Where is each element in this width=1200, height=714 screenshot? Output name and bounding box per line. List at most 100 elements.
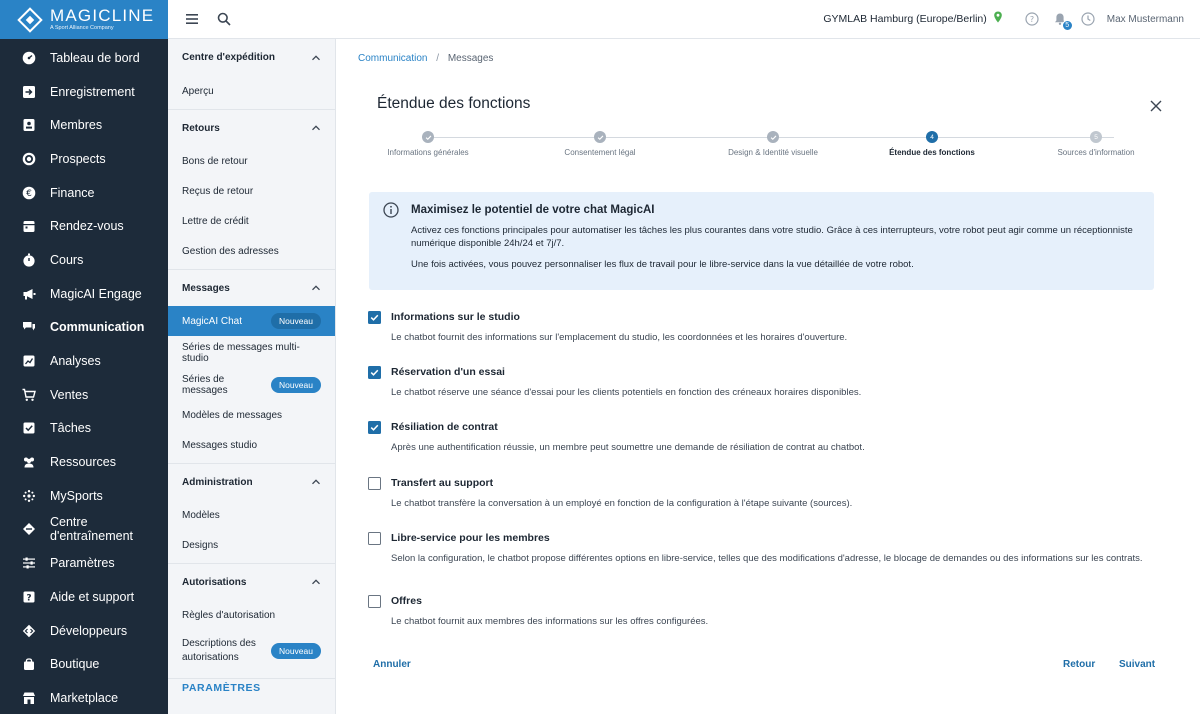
- subnav-item-modeles-de-messages[interactable]: Modèles de messages: [168, 400, 335, 430]
- sidebar-item-rendez-vous[interactable]: Rendez-vous: [0, 209, 168, 243]
- section-centre-expedition[interactable]: Centre d'expédition: [168, 39, 335, 76]
- studio-selector[interactable]: GYMLAB Hamburg (Europe/Berlin): [823, 13, 986, 25]
- sidebar-item-tableau-de-bord[interactable]: Tableau de bord: [0, 41, 168, 75]
- sidebar-item-label: Rendez-vous: [50, 219, 124, 234]
- sidebar-item-label: Analyses: [50, 354, 101, 369]
- step-label: Étendue des fonctions: [889, 148, 975, 157]
- sidebar-item-cours[interactable]: Cours: [0, 243, 168, 277]
- main-sidebar: MAGICLINE A Sport Alliance Company Table…: [0, 0, 168, 714]
- subnav-item-label: Gestion des adresses: [182, 245, 279, 257]
- sidebar-item-finance[interactable]: € Finance: [0, 176, 168, 210]
- stepper-step[interactable]: Design & Identité visuelle: [693, 131, 853, 157]
- feature-title: Transfert au support: [391, 477, 494, 489]
- sidebar-item-label: Boutique: [50, 657, 100, 672]
- notifications-bell-icon[interactable]: 5: [1053, 12, 1073, 31]
- cancel-button[interactable]: Annuler: [373, 659, 411, 670]
- help-circle-icon[interactable]: ?: [1025, 12, 1039, 26]
- euro-icon: €: [22, 186, 36, 200]
- sidebar-item-boutique[interactable]: Boutique: [0, 647, 168, 681]
- svg-text:?: ?: [1030, 15, 1034, 24]
- subnav-item-series-de-messages[interactable]: Séries de messages Nouveau: [168, 370, 335, 400]
- breadcrumb-communication[interactable]: Communication: [358, 53, 427, 64]
- stepper-step[interactable]: Informations générales: [348, 131, 508, 157]
- subnav-item-bons-de-retour[interactable]: Bons de retour: [168, 146, 335, 176]
- step-label: Sources d'information: [1057, 148, 1135, 157]
- feature-checkbox[interactable]: [368, 532, 381, 545]
- sidebar-item-centre-d-entrainement[interactable]: Centre d'entraînement: [0, 513, 168, 547]
- settings-link[interactable]: PARAMÈTRES: [182, 682, 261, 694]
- step-done-check-icon: [594, 131, 606, 143]
- feature-checkbox[interactable]: [368, 366, 381, 379]
- section-autorisations[interactable]: Autorisations: [168, 563, 335, 600]
- section-messages[interactable]: Messages: [168, 269, 335, 306]
- sidebar-item-analyses[interactable]: Analyses: [0, 344, 168, 378]
- feature-title: Résiliation de contrat: [391, 421, 498, 433]
- feature-description: Selon la configuration, le chatbot propo…: [391, 553, 1143, 564]
- feature-checkbox[interactable]: [368, 311, 381, 324]
- subnav-item-label: Messages studio: [182, 439, 258, 451]
- back-button[interactable]: Retour: [1063, 659, 1095, 670]
- sidebar-item-enregistrement[interactable]: Enregistrement: [0, 75, 168, 109]
- location-pin-icon: [993, 10, 1003, 28]
- sidebar-item-developpeurs[interactable]: Développeurs: [0, 614, 168, 648]
- sidebar-item-aide-et-support[interactable]: ? Aide et support: [0, 580, 168, 614]
- sidebar-item-prospects[interactable]: Prospects: [0, 142, 168, 176]
- history-clock-icon[interactable]: [1081, 12, 1095, 26]
- subnav-item-lettre-de-credit[interactable]: Lettre de crédit: [168, 206, 335, 236]
- subnav-item-regles-autorisation[interactable]: Règles d'autorisation: [168, 600, 335, 630]
- sidebar-item-membres[interactable]: Membres: [0, 108, 168, 142]
- chevron-up-icon: [311, 577, 321, 587]
- chart-icon: [22, 354, 36, 368]
- sidebar-item-parametres[interactable]: Paramètres: [0, 546, 168, 580]
- next-button[interactable]: Suivant: [1119, 659, 1155, 670]
- breadcrumb-separator: /: [436, 53, 440, 64]
- feature-title: Libre-service pour les membres: [391, 532, 550, 544]
- search-icon[interactable]: [216, 11, 232, 27]
- sidebar-item-communication[interactable]: Communication: [0, 311, 168, 345]
- sidebar-item-magicai-engage[interactable]: MagicAI Engage: [0, 277, 168, 311]
- subnav-item-magicai-chat[interactable]: MagicAI Chat Nouveau: [168, 306, 335, 336]
- stepper-step[interactable]: Consentement légal: [520, 131, 680, 157]
- subnav-item-descriptions-autorisations[interactable]: Descriptions des autorisations Nouveau: [168, 630, 335, 672]
- subnav-item-series-multi-studio[interactable]: Séries de messages multi-studio: [168, 336, 335, 370]
- feature-checkbox[interactable]: [368, 421, 381, 434]
- main-nav: Tableau de bord Enregistrement Membres Pros…: [0, 39, 168, 714]
- sidebar-item-label: Tableau de bord: [50, 50, 140, 65]
- subnav-item-label: Séries de messages multi-studio: [182, 342, 300, 364]
- sidebar-item-ventes[interactable]: Ventes: [0, 378, 168, 412]
- subnav-item-designs[interactable]: Designs: [168, 530, 335, 560]
- cart-icon: [22, 388, 36, 402]
- section-administration[interactable]: Administration: [168, 463, 335, 500]
- sidebar-item-ressources[interactable]: Ressources: [0, 445, 168, 479]
- chevron-up-icon: [311, 53, 321, 63]
- subnav-item-label: Designs: [182, 539, 219, 551]
- sidebar-item-mysports[interactable]: MySports: [0, 479, 168, 513]
- new-badge: Nouveau: [270, 643, 321, 659]
- sidebar-item-label: Membres: [50, 118, 103, 133]
- step-number: 4: [926, 131, 938, 143]
- sidebar-item-taches[interactable]: Tâches: [0, 412, 168, 446]
- subnav-item-modeles[interactable]: Modèles: [168, 500, 335, 530]
- id-card-icon: [22, 118, 36, 132]
- main-content: Communication / Messages Étendue des fon…: [337, 39, 1200, 714]
- feature-checkbox[interactable]: [368, 477, 381, 490]
- section-title: Autorisations: [182, 576, 247, 588]
- subnav-item-apercu[interactable]: Aperçu: [168, 76, 335, 106]
- hamburger-menu-icon[interactable]: [184, 11, 200, 27]
- section-retours[interactable]: Retours: [168, 109, 335, 146]
- brand-logo[interactable]: MAGICLINE A Sport Alliance Company: [0, 0, 168, 39]
- stepper-step: 5 Sources d'information: [1016, 131, 1176, 157]
- feature-checkbox[interactable]: [368, 595, 381, 608]
- brand-name: MAGICLINE: [50, 6, 155, 25]
- subnav-item-recus-de-retour[interactable]: Reçus de retour: [168, 176, 335, 206]
- sidebar-item-label: MySports: [50, 488, 103, 503]
- close-icon[interactable]: [1150, 99, 1162, 112]
- sidebar-item-label: MagicAI Engage: [50, 286, 142, 301]
- megaphone-icon: [22, 287, 36, 301]
- subnav-item-gestion-des-adresses[interactable]: Gestion des adresses: [168, 236, 335, 266]
- subnav-item-messages-studio[interactable]: Messages studio: [168, 430, 335, 460]
- sidebar-item-label: Communication: [50, 320, 145, 335]
- user-menu[interactable]: Max Mustermann: [1107, 14, 1184, 25]
- sidebar-item-label: Finance: [50, 185, 95, 200]
- sidebar-item-marketplace[interactable]: Marketplace: [0, 681, 168, 714]
